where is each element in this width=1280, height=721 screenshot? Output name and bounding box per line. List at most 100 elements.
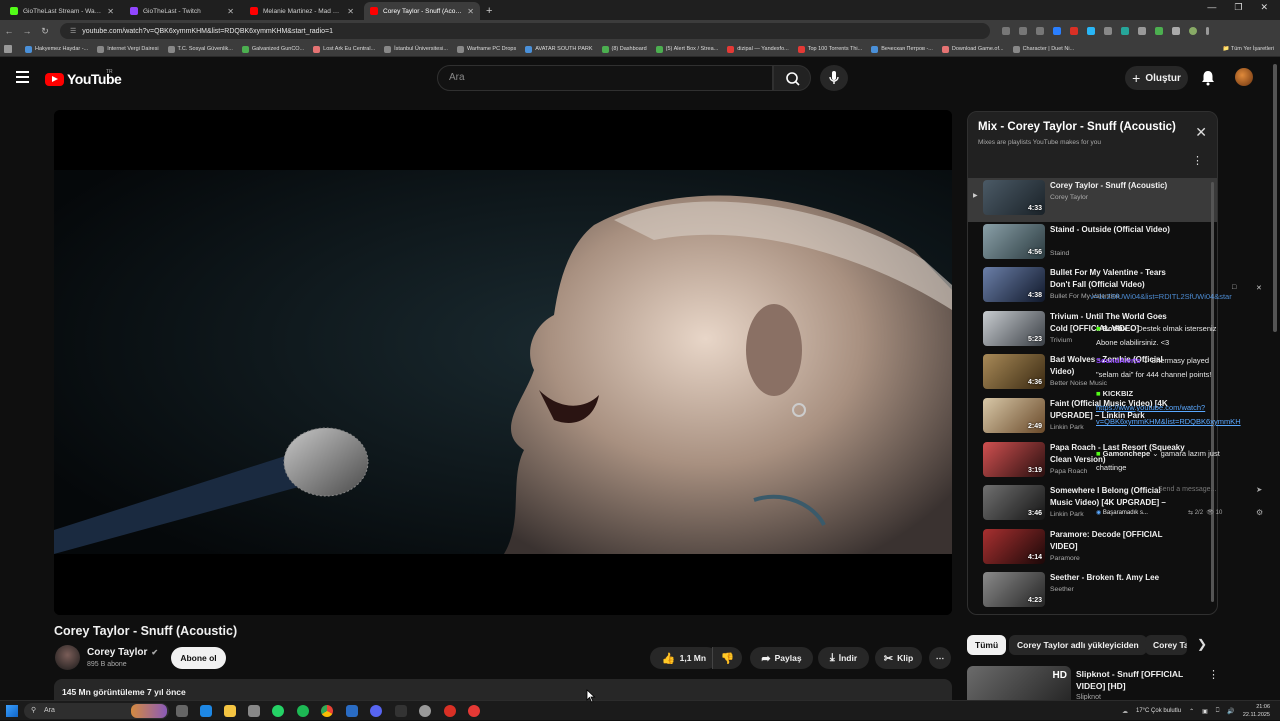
zoom-icon[interactable] — [1019, 27, 1027, 35]
playlist-item[interactable]: ▶ 4:33 Corey Taylor - Snuff (Acoustic) Core… — [968, 178, 1217, 222]
browser-tab[interactable]: GioTheLast Stream - Watch ✕ — [4, 2, 120, 20]
page-scrollbar[interactable] — [1273, 64, 1277, 332]
bookmark-item[interactable]: Top 100 Torrents Thi... — [797, 45, 862, 53]
channel-avatar[interactable] — [55, 645, 80, 670]
bookmark-item[interactable]: AVATAR SOUTH PARK — [525, 45, 593, 53]
app-red-icon[interactable] — [444, 705, 456, 717]
subscribe-button[interactable]: Abone ol — [171, 647, 226, 669]
new-tab-button[interactable]: + — [486, 5, 492, 17]
tray-apps-icon[interactable]: ▣ — [1202, 708, 1208, 715]
forward-icon[interactable]: → — [18, 26, 36, 36]
bookmark-item[interactable]: Internet Vergi Dairesi — [97, 45, 159, 53]
recommendation-more-icon[interactable]: ⋮ — [1208, 668, 1219, 681]
extension-green-icon[interactable] — [1155, 27, 1163, 35]
bookmark-item[interactable]: (5) Alert Box / Strea... — [655, 45, 718, 53]
apps-icon[interactable] — [4, 45, 12, 53]
voice-search-button[interactable] — [820, 65, 848, 91]
download-button[interactable]: ⤓ İndir — [818, 647, 869, 669]
playlist-item[interactable]: 4:56 Staind - Outside (Official Video) Sta… — [968, 222, 1217, 266]
chip-all[interactable]: Tümü — [967, 635, 1007, 655]
spotify-icon[interactable] — [297, 705, 309, 717]
playlist-item[interactable]: 4:14 Paramore: Decode [OFFICIAL VIDEO] Par… — [968, 527, 1217, 571]
record-icon[interactable] — [468, 705, 480, 717]
tab-close-icon[interactable]: ✕ — [107, 7, 114, 16]
tab-close-icon[interactable]: ✕ — [467, 7, 474, 16]
chat-username[interactable]: KICKBIZ — [1103, 389, 1133, 398]
channel-name[interactable]: Corey Taylor ✔ — [87, 647, 158, 658]
search-input[interactable]: Ara — [437, 65, 773, 91]
more-actions-button[interactable]: ⋯ — [929, 647, 951, 669]
notifications-bell-icon[interactable] — [1198, 68, 1218, 88]
chip-corey-taylor[interactable]: Corey Ta — [1145, 635, 1187, 655]
chat-send-input[interactable]: Send a message... — [1158, 486, 1216, 493]
playlist-item[interactable]: Avenged Sevenfold - So Far — [968, 614, 1217, 615]
reload-icon[interactable]: ↻ — [36, 26, 54, 37]
browser-tab[interactable]: Corey Taylor - Snuff (Acoust ✕ — [364, 2, 480, 20]
clock[interactable]: 21:06 22.11.2025 — [1243, 703, 1270, 719]
file-explorer-icon[interactable] — [224, 705, 236, 717]
chat-send-icon[interactable]: ➤ — [1256, 485, 1262, 494]
chat-close-icon[interactable]: ✕ — [1256, 284, 1262, 292]
chat-link[interactable]: https://www.youtube.com/watch? — [1096, 403, 1205, 412]
chat-username[interactable]: BotRix — [1103, 324, 1127, 333]
bookmark-item[interactable]: İstanbul Üniversitesi... — [384, 45, 448, 53]
site-info-icon[interactable]: ☰ — [70, 27, 76, 35]
chat-username[interactable]: Gamonchepe — [1103, 449, 1151, 458]
chat-settings-gear-icon[interactable]: ⚙ — [1256, 508, 1263, 517]
chrome-icon[interactable] — [321, 705, 333, 717]
profile-icon[interactable] — [1189, 27, 1197, 35]
bookmark-item[interactable]: Download Game.of... — [941, 45, 1004, 53]
menu-icon[interactable] — [16, 71, 29, 86]
chevron-right-icon[interactable]: ❯ — [1197, 637, 1207, 651]
back-icon[interactable]: ← — [0, 26, 18, 36]
url-field[interactable]: ☰ youtube.com/watch?v=QBK6xymmKHM&list=R… — [60, 23, 990, 39]
chat-username[interactable]: SoundAlerts — [1096, 356, 1141, 365]
playlist-title[interactable]: Mix - Corey Taylor - Snuff (Acoustic) — [978, 121, 1207, 133]
bookmark-item[interactable]: Warframe PC Drops — [456, 45, 516, 53]
bookmark-item[interactable]: Веческая Петров -... — [871, 45, 933, 53]
close-icon[interactable]: ✕ — [1195, 124, 1207, 141]
whatsapp-icon[interactable] — [272, 705, 284, 717]
extension-blue-icon[interactable] — [1053, 27, 1061, 35]
discord-icon[interactable] — [370, 705, 382, 717]
maximize-icon[interactable]: ❐ — [1234, 2, 1242, 13]
extensions-puzzle-icon[interactable] — [1172, 27, 1180, 35]
extension-teal-icon[interactable] — [1121, 27, 1129, 35]
edge-icon[interactable] — [200, 705, 212, 717]
chat-popout-icon[interactable]: □ — [1232, 284, 1236, 291]
bookmark-item[interactable]: T.C. Sosyal Güvenlik... — [167, 45, 233, 53]
cast-icon[interactable] — [1002, 27, 1010, 35]
windows-start-icon[interactable] — [6, 705, 18, 717]
extension-grid-icon[interactable] — [1104, 27, 1112, 35]
bookmark-item[interactable]: Lost Ark Eu Central... — [313, 45, 375, 53]
tab-close-icon[interactable]: ✕ — [227, 7, 234, 16]
extension-red-icon[interactable] — [1070, 27, 1078, 35]
like-button[interactable]: 👍 1,1 Mn — [650, 647, 718, 669]
epic-games-icon[interactable] — [395, 705, 407, 717]
steam-icon[interactable] — [346, 705, 358, 717]
video-player[interactable] — [54, 110, 952, 615]
menu-dots-icon[interactable] — [1206, 27, 1209, 35]
bookmark-item[interactable]: (8) Dashboard — [601, 45, 647, 53]
browser-tab[interactable]: GioTheLast - Twitch ✕ — [124, 2, 240, 20]
minimize-icon[interactable]: — — [1207, 2, 1216, 13]
recommendation-title[interactable]: Slipknot - Snuff [OFFICIAL VIDEO] [HD] — [1076, 668, 1196, 692]
bookmark-item[interactable]: Hakyemez Haydar -... — [25, 45, 88, 53]
task-view-icon[interactable] — [176, 705, 188, 717]
account-avatar[interactable] — [1235, 68, 1253, 86]
bookmark-item[interactable]: Galvanized GunCO... — [241, 45, 304, 53]
tab-close-icon[interactable]: ✕ — [347, 7, 354, 16]
tray-chevron-icon[interactable]: ⌃ — [1189, 708, 1194, 715]
clip-button[interactable]: ✂ Klip — [875, 647, 922, 669]
chip-from-uploader[interactable]: Corey Taylor adlı yükleyiciden — [1009, 635, 1147, 655]
taskbar-search[interactable]: ⚲ Ara — [24, 703, 169, 719]
bookmark-item[interactable]: Character | Duet Ni... — [1012, 45, 1074, 53]
app-icon[interactable] — [419, 705, 431, 717]
playlist-item[interactable]: 4:23 Seether - Broken ft. Amy Lee Seether — [968, 570, 1217, 614]
all-bookmarks[interactable]: 📁 Tüm Yer İşaretleri — [1223, 46, 1274, 52]
store-icon[interactable] — [248, 705, 260, 717]
bookmark-item[interactable]: dizipal — Yandexfo... — [727, 45, 789, 53]
search-button[interactable] — [773, 65, 811, 91]
extension-gray-icon[interactable] — [1138, 27, 1146, 35]
browser-tab[interactable]: Melanie Martinez - Mad Hatter ✕ — [244, 2, 360, 20]
